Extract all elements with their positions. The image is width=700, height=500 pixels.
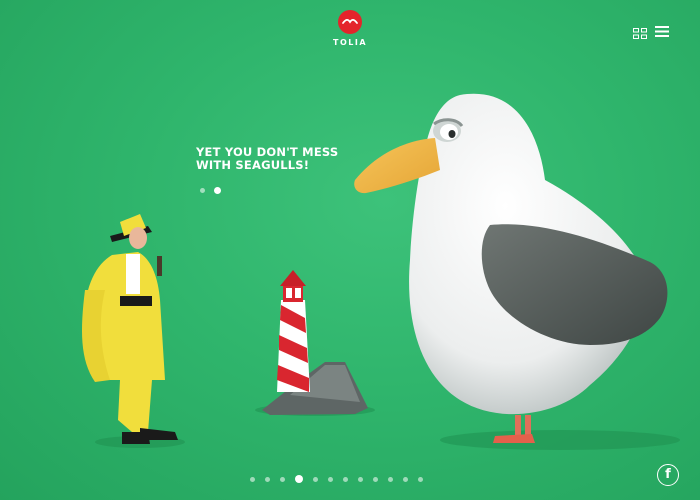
headline-line-2: WITH SEAGULLS! xyxy=(196,158,310,172)
slide-dot-active[interactable] xyxy=(214,187,221,194)
page-dot[interactable] xyxy=(265,476,270,482)
page-pagination xyxy=(250,475,423,483)
seagull-illustration xyxy=(354,93,668,443)
brand-name: TOLIA xyxy=(332,38,368,47)
page-dot[interactable] xyxy=(358,476,363,482)
brand-logo[interactable]: TOLIA xyxy=(328,10,372,47)
seagull-logo-icon xyxy=(338,10,362,34)
hamburger-menu-icon[interactable] xyxy=(655,23,669,37)
page-dot[interactable] xyxy=(313,476,318,482)
hero-headline: YET YOU DON'T MESS WITH SEAGULLS! xyxy=(196,146,338,172)
page-dot[interactable] xyxy=(280,476,285,482)
slide-indicator xyxy=(200,187,221,194)
man-in-yellow-suit-illustration xyxy=(82,214,178,444)
grid-icon[interactable] xyxy=(633,24,647,39)
page-dot[interactable] xyxy=(343,476,348,482)
page-dot-active[interactable] xyxy=(295,475,303,483)
page-dot[interactable] xyxy=(388,476,393,482)
page-dot[interactable] xyxy=(373,476,378,482)
slide-dot[interactable] xyxy=(200,188,205,193)
lighthouse-illustration xyxy=(262,270,368,415)
facebook-icon[interactable]: f xyxy=(657,464,679,486)
page-dot[interactable] xyxy=(418,476,423,482)
page-dot[interactable] xyxy=(328,476,333,482)
hero-illustration xyxy=(82,93,680,450)
page-dot[interactable] xyxy=(250,476,255,482)
page-dot[interactable] xyxy=(403,476,408,482)
